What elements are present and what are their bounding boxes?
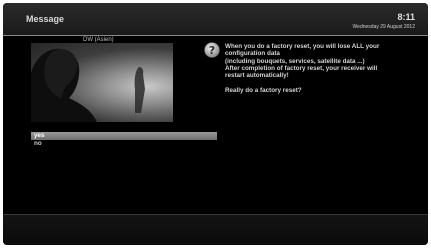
window-title: Message xyxy=(26,14,65,24)
choice-yes[interactable]: yes xyxy=(31,132,217,140)
video-preview xyxy=(31,43,173,122)
question-icon: ? xyxy=(204,42,220,58)
clock-date: Wednesday 29 August 2012 xyxy=(352,24,415,30)
choice-list: yes no xyxy=(31,132,217,148)
video-frame-image xyxy=(31,48,145,122)
header-bar: Message 8:11 Wednesday 29 August 2012 xyxy=(3,3,428,36)
svg-text:?: ? xyxy=(209,44,215,57)
dialog-message: When you do a factory reset, you will lo… xyxy=(225,43,380,94)
clock-time: 8:11 xyxy=(397,12,415,22)
footer-bar xyxy=(3,214,428,245)
choice-no[interactable]: no xyxy=(31,140,217,148)
tv-screen: Message 8:11 Wednesday 29 August 2012 DW… xyxy=(3,3,428,245)
